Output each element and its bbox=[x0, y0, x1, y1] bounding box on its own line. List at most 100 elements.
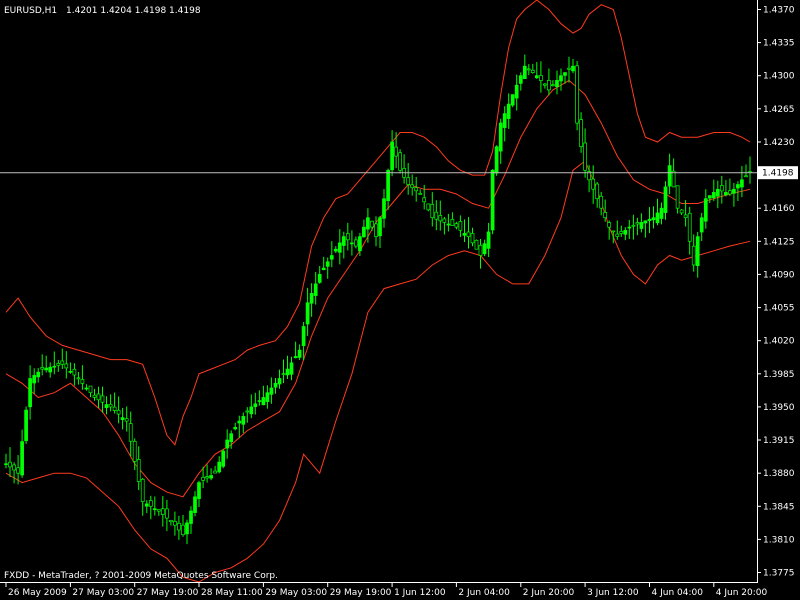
candle-body bbox=[112, 406, 117, 411]
candle-body bbox=[229, 433, 234, 443]
candle-body bbox=[599, 195, 604, 209]
x-tick-label: 26 May 2009 bbox=[8, 588, 67, 598]
candle-body bbox=[285, 368, 290, 376]
candle-body bbox=[627, 226, 632, 229]
price-chart[interactable]: 1.4370 1.4335 1.4300 1.4265 1.4230 1.4160 1.41… bbox=[0, 0, 800, 600]
candle-body bbox=[647, 218, 652, 221]
candle-body bbox=[418, 192, 423, 195]
candle-body bbox=[201, 476, 205, 481]
candle-body bbox=[744, 175, 748, 178]
candle-body bbox=[394, 146, 398, 157]
candle-body bbox=[120, 417, 125, 420]
candle-body bbox=[325, 261, 330, 267]
candle-body bbox=[68, 371, 73, 373]
candle-body bbox=[84, 387, 89, 390]
x-tick-label: 27 May 19:00 bbox=[137, 588, 199, 598]
candle-body bbox=[80, 379, 85, 384]
candle-body bbox=[4, 463, 8, 466]
candle-body bbox=[547, 80, 551, 91]
candle-body bbox=[128, 423, 133, 442]
candle-body bbox=[76, 377, 81, 380]
y-tick-label: 1.4055 bbox=[763, 304, 795, 314]
candle-body bbox=[273, 382, 278, 388]
candle-body bbox=[108, 404, 113, 408]
candle-body bbox=[623, 229, 628, 235]
candle-body bbox=[611, 230, 616, 233]
candle-body bbox=[430, 203, 435, 218]
candle-body bbox=[24, 409, 28, 442]
candle-body bbox=[695, 236, 700, 267]
candle-body bbox=[345, 233, 350, 241]
candle-body bbox=[301, 326, 306, 346]
y-tick-label: 1.3810 bbox=[763, 535, 795, 545]
candle-body bbox=[526, 68, 531, 71]
candle-body bbox=[32, 375, 37, 384]
candle bbox=[474, 239, 479, 250]
candle-body bbox=[687, 212, 692, 242]
candle-body bbox=[329, 255, 334, 260]
candle-body bbox=[740, 179, 744, 188]
candle-body bbox=[422, 197, 427, 203]
candle-body bbox=[28, 378, 32, 408]
y-tick-label: 1.3950 bbox=[763, 403, 795, 413]
candle-body bbox=[144, 503, 149, 507]
candle-body bbox=[643, 220, 648, 224]
y-tick-label: 1.4265 bbox=[763, 105, 795, 115]
candle-body bbox=[462, 233, 467, 236]
candle-body bbox=[245, 410, 250, 413]
candle-body bbox=[466, 231, 471, 237]
candle-body bbox=[378, 217, 382, 237]
candle-body bbox=[305, 302, 310, 325]
candle-body bbox=[237, 420, 242, 424]
y-tick-label: 1.3985 bbox=[763, 370, 795, 380]
candle-body bbox=[434, 211, 439, 220]
copyright-footer: FXDD - MetaTrader, ? 2001-2009 MetaQuote… bbox=[4, 571, 278, 581]
candle-body bbox=[321, 267, 326, 271]
candle-body bbox=[297, 349, 302, 358]
candle-body bbox=[575, 65, 579, 124]
candle-body bbox=[390, 141, 394, 171]
candle bbox=[575, 61, 579, 131]
candle-body bbox=[12, 464, 16, 471]
x-tick-label: 4 Jun 04:00 bbox=[652, 588, 704, 598]
candle-body bbox=[719, 185, 724, 192]
candle-body bbox=[543, 83, 547, 86]
candle-body bbox=[217, 461, 222, 473]
candle-body bbox=[132, 440, 137, 462]
candle-body bbox=[209, 475, 213, 479]
candle-body bbox=[555, 80, 559, 88]
candle-body bbox=[715, 188, 720, 197]
candle-body bbox=[490, 169, 495, 231]
candle-body bbox=[450, 219, 455, 226]
candle-body bbox=[313, 283, 318, 296]
candle-body bbox=[571, 65, 575, 72]
x-tick-label: 3 Jun 12:00 bbox=[587, 588, 639, 598]
candle-body bbox=[124, 418, 129, 422]
candle-body bbox=[454, 223, 459, 228]
candle-body bbox=[181, 524, 185, 536]
candle-body bbox=[591, 178, 596, 190]
y-tick-label: 1.3880 bbox=[763, 469, 795, 479]
candle-body bbox=[333, 248, 338, 252]
candle-body bbox=[152, 508, 157, 511]
candle bbox=[510, 94, 515, 108]
candle-body bbox=[470, 233, 475, 244]
candle-body bbox=[639, 222, 644, 229]
candle-body bbox=[173, 520, 177, 526]
candle-body bbox=[104, 404, 109, 409]
candle-body bbox=[56, 363, 61, 366]
candle-body bbox=[603, 212, 608, 219]
candle-body bbox=[675, 185, 680, 209]
x-tick-label: 1 Jun 12:00 bbox=[394, 588, 446, 598]
candle-body bbox=[458, 221, 463, 231]
candle-body bbox=[269, 387, 274, 395]
candle-body bbox=[551, 84, 555, 87]
candle-body bbox=[100, 395, 105, 403]
y-tick-label: 1.3775 bbox=[763, 569, 795, 579]
candle-body bbox=[619, 231, 624, 234]
candle-body bbox=[486, 231, 491, 249]
candle-body bbox=[711, 192, 716, 199]
candle-body bbox=[281, 373, 286, 375]
candle-body bbox=[514, 84, 519, 99]
candle-body bbox=[177, 522, 181, 531]
